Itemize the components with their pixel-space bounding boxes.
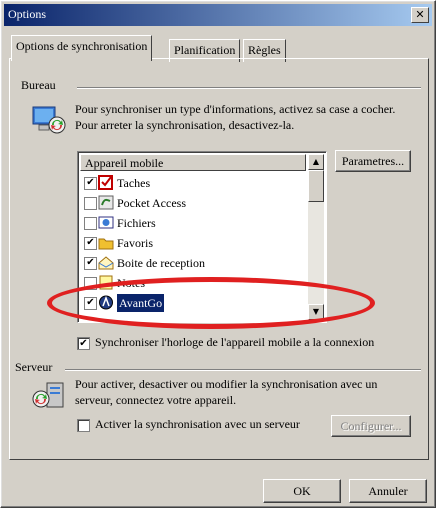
title-bar[interactable]: Options ✕ xyxy=(4,4,432,26)
pocket-access-checkbox[interactable] xyxy=(84,197,97,210)
server-sync-icon xyxy=(32,382,64,408)
list-item-taches[interactable]: ✔ Taches xyxy=(84,174,306,193)
scroll-thumb[interactable] xyxy=(308,170,324,202)
list-item-fichiers[interactable]: Fichiers xyxy=(84,214,306,233)
window-title: Options xyxy=(8,7,47,21)
bureau-divider xyxy=(77,87,421,89)
item-label: Favoris xyxy=(117,236,153,250)
boite-de-reception-checkbox[interactable]: ✔ xyxy=(84,257,97,270)
list-item-pocket-access[interactable]: Pocket Access xyxy=(84,194,306,213)
list-item-boite-de-reception[interactable]: ✔ Boite de reception xyxy=(84,254,306,273)
clock-sync-label[interactable]: Synchroniser l'horloge de l'appareil mob… xyxy=(95,334,374,350)
activer-serveur-label[interactable]: Activer la synchronisation avec un serve… xyxy=(95,416,300,432)
options-dialog: Options ✕ Options de synchronisation Pla… xyxy=(0,0,436,508)
configurer-button[interactable]: Configurer... xyxy=(331,415,411,437)
close-button[interactable]: ✕ xyxy=(411,7,429,23)
clock-sync-checkbox[interactable]: ✔ xyxy=(77,337,90,350)
serveur-group-label: Serveur xyxy=(13,360,55,375)
list-item-favoris[interactable]: ✔ Favoris xyxy=(84,234,306,253)
ok-button[interactable]: OK xyxy=(263,479,341,503)
activer-serveur-checkbox[interactable] xyxy=(77,419,90,432)
tasks-icon xyxy=(98,175,113,190)
inbox-icon xyxy=(98,256,114,270)
item-label: Pocket Access xyxy=(117,196,186,210)
bureau-description: Pour synchroniser un type d'informations… xyxy=(75,102,396,132)
item-label: Taches xyxy=(117,176,151,190)
list-header-appareil-mobile[interactable]: Appareil mobile xyxy=(80,154,306,171)
annuler-button[interactable]: Annuler xyxy=(349,479,427,503)
red-highlight-ellipse xyxy=(47,277,375,329)
favorites-folder-icon xyxy=(98,238,114,250)
item-label: Fichiers xyxy=(117,216,156,230)
pocket-access-icon xyxy=(98,195,114,210)
parametres-button[interactable]: Parametres... xyxy=(335,150,411,172)
item-label: Boite de reception xyxy=(117,256,205,270)
scroll-up-icon[interactable]: ▲ xyxy=(308,154,324,170)
sync-computer-icon xyxy=(32,106,66,134)
fichiers-checkbox[interactable] xyxy=(84,217,97,230)
serveur-description: Pour activer, desactiver ou modifier la … xyxy=(75,377,378,407)
serveur-divider xyxy=(65,369,421,371)
tab-options-de-synchronisation[interactable]: Options de synchronisation xyxy=(11,35,153,61)
bureau-group-label: Bureau xyxy=(19,78,58,93)
taches-checkbox[interactable]: ✔ xyxy=(84,177,97,190)
files-icon xyxy=(98,216,114,229)
favoris-checkbox[interactable]: ✔ xyxy=(84,237,97,250)
